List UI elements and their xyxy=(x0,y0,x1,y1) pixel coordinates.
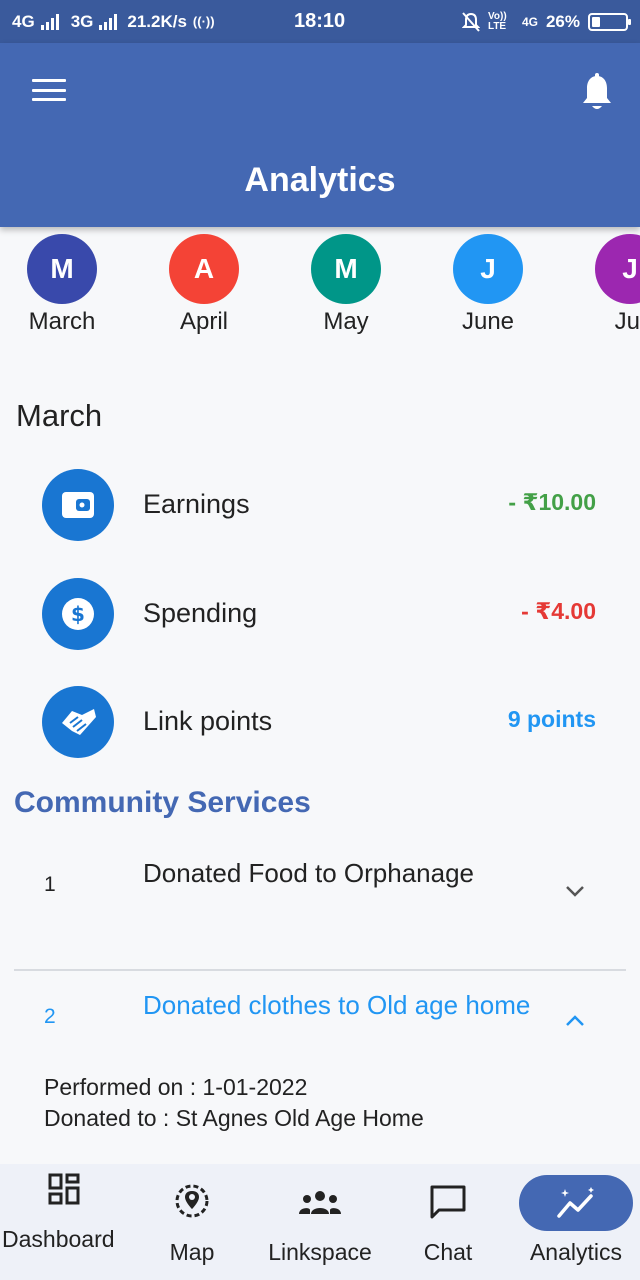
month-avatar: A xyxy=(169,234,239,304)
chevron-up-icon[interactable] xyxy=(562,1008,588,1034)
group-icon xyxy=(299,1191,341,1214)
nav-label: Analytics xyxy=(529,1239,623,1265)
month-avatar: M xyxy=(311,234,381,304)
spending-row: $ Spending - ₹4.00 xyxy=(0,578,640,654)
month-april[interactable]: A April xyxy=(144,234,264,336)
nav-label: Dashboard xyxy=(2,1226,115,1252)
divider xyxy=(14,969,626,971)
performed-on: Performed on : 1-01-2022 xyxy=(44,1074,308,1100)
nav-chat[interactable]: Chat xyxy=(384,1164,512,1280)
nav-dashboard[interactable]: Dashboard xyxy=(0,1164,128,1280)
nav-linkspace[interactable]: Linkspace xyxy=(256,1164,384,1280)
month-selector: M March A April M May J June J Jul xyxy=(0,232,640,342)
bell-icon[interactable] xyxy=(580,73,614,113)
month-march[interactable]: M March xyxy=(2,234,122,336)
network-type-3: 4G xyxy=(521,14,538,29)
spending-value: - ₹4.00 xyxy=(521,598,596,624)
service-number: 2 xyxy=(44,1005,56,1028)
mute-notification-icon xyxy=(461,11,480,32)
page-title: Analytics xyxy=(244,161,396,199)
selected-month-title: March xyxy=(16,398,103,433)
month-avatar: J xyxy=(453,234,523,304)
network-speed: 21.2K/s xyxy=(127,11,187,31)
nav-analytics[interactable]: Analytics xyxy=(512,1164,640,1280)
network-type-1: 4G xyxy=(12,11,35,31)
signal-icon-2 xyxy=(99,13,118,30)
service-item-2[interactable]: 2 Donated clothes to Old age home xyxy=(14,988,626,1068)
stat-label: Spending xyxy=(143,598,258,628)
chat-icon xyxy=(430,1185,466,1219)
month-label: March xyxy=(28,308,96,335)
chevron-down-icon[interactable] xyxy=(562,878,588,904)
month-avatar: M xyxy=(27,234,97,304)
month-may[interactable]: M May xyxy=(286,234,406,336)
month-label: May xyxy=(323,308,369,335)
analytics-icon xyxy=(557,1187,594,1218)
stat-label: Earnings xyxy=(143,489,250,519)
app-bar: Analytics xyxy=(0,43,640,227)
community-services-title: Community Services xyxy=(14,786,311,819)
signal-icon xyxy=(40,13,59,30)
stat-label: Link points xyxy=(143,706,273,736)
network-type-2: 3G xyxy=(70,11,94,31)
nav-label: Linkspace xyxy=(268,1239,372,1265)
svg-text:$: $ xyxy=(71,602,85,626)
month-july[interactable]: J Jul xyxy=(570,234,640,336)
clock: 18:10 xyxy=(294,10,346,32)
service-number: 1 xyxy=(44,873,56,896)
service-item-1[interactable]: 1 Donated Food to Orphanage xyxy=(14,856,626,956)
month-label: Jul xyxy=(614,308,640,335)
map-pin-icon xyxy=(175,1184,209,1218)
month-avatar: J xyxy=(595,234,640,304)
nav-label: Chat xyxy=(423,1239,473,1265)
month-june[interactable]: J June xyxy=(428,234,548,336)
nav-map[interactable]: Map xyxy=(128,1164,256,1280)
earnings-value: - ₹10.00 xyxy=(508,489,596,515)
menu-icon[interactable] xyxy=(32,79,66,105)
service-text: Donated clothes to Old age home xyxy=(143,990,531,1020)
service-details: Performed on : 1-01-2022 Donated to : St… xyxy=(44,1072,424,1134)
dashboard-icon xyxy=(48,1173,80,1205)
link-points-row: Link points 9 points xyxy=(0,686,640,762)
wallet-icon xyxy=(42,469,114,541)
link-points-value: 9 points xyxy=(507,706,596,732)
month-label: April xyxy=(179,308,228,335)
bottom-navigation: Dashboard Map Linkspace Chat Analytics xyxy=(0,1164,640,1280)
service-text: Donated Food to Orphanage xyxy=(143,858,475,888)
handshake-icon xyxy=(42,686,114,758)
battery-icon xyxy=(588,12,631,31)
nav-label: Map xyxy=(169,1239,215,1265)
donated-to: Donated to : St Agnes Old Age Home xyxy=(44,1105,424,1131)
month-label: June xyxy=(461,308,515,335)
hotspot-icon: ((·)) xyxy=(192,14,215,29)
status-bar: 4G 3G 21.2K/s ((·)) 18:10 Vo)) LTE 4G 26… xyxy=(0,0,640,43)
battery-percent: 26% xyxy=(545,11,580,31)
earnings-row: Earnings - ₹10.00 xyxy=(0,469,640,545)
dollar-icon: $ xyxy=(42,578,114,650)
volte-label: Vo)) LTE xyxy=(487,10,507,32)
